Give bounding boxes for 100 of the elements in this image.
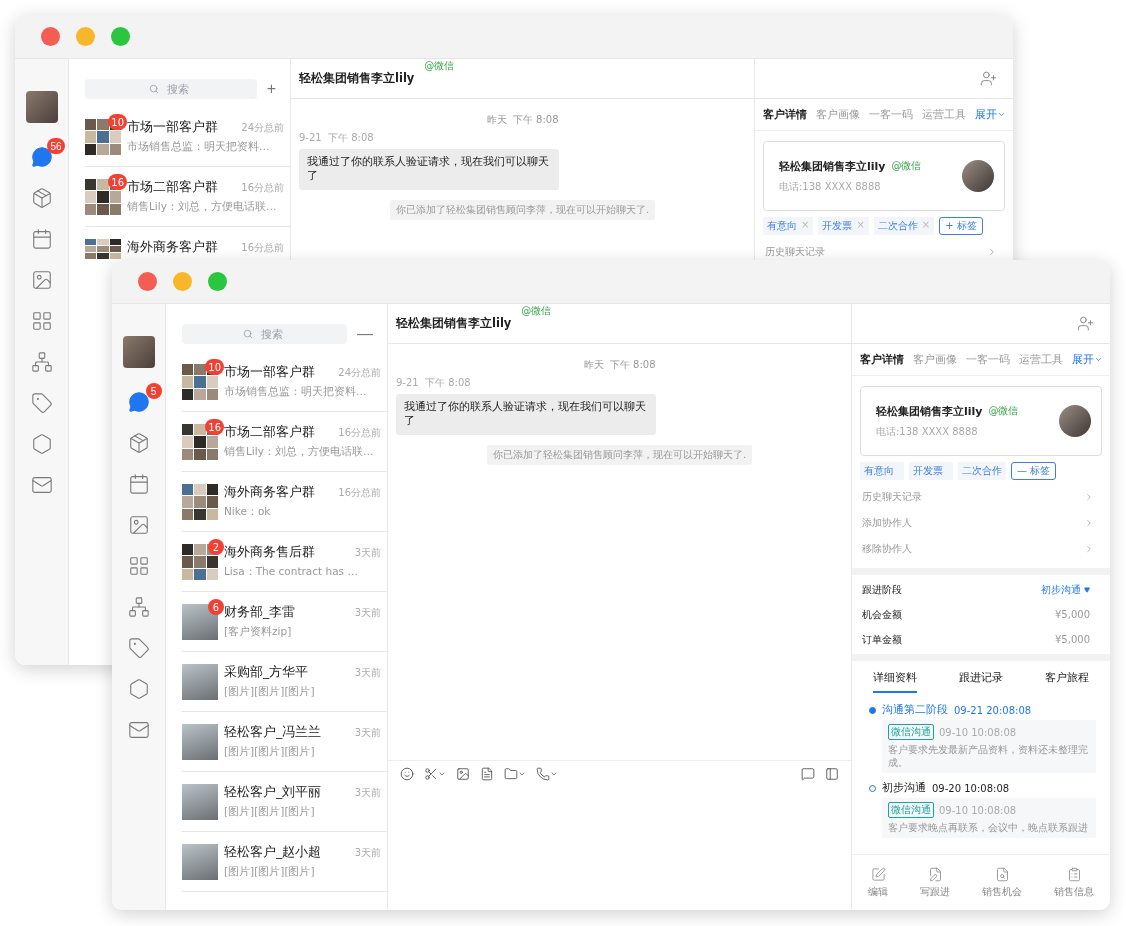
menu-row[interactable]: 历史聊天记录 [755, 243, 1013, 261]
grid-icon[interactable] [127, 555, 150, 577]
panel-tab[interactable]: 运营工具 [1019, 352, 1063, 367]
tag-icon[interactable] [30, 392, 53, 414]
panel-tab[interactable]: 客户详情 [860, 352, 904, 367]
message-preview: [图片][图片][图片] [224, 745, 316, 759]
hexagon-icon[interactable] [30, 433, 53, 455]
customer-tag[interactable]: 开发票 [909, 462, 953, 480]
conversation-item[interactable]: 轻松客户_赵小超 3天前 [图片][图片][图片] [182, 832, 387, 892]
hierarchy-icon[interactable] [127, 596, 150, 618]
menu-row[interactable]: 历史聊天记录 [852, 488, 1110, 506]
action-button[interactable]: 销售机会 [982, 866, 1022, 899]
menu-row[interactable]: 添加协作人 [852, 514, 1110, 532]
conversation-item[interactable]: 轻松客户_刘平丽 3天前 [图片][图片][图片] [182, 772, 387, 832]
box-icon[interactable] [127, 432, 150, 454]
add-tag-button[interactable]: — 标签 [1011, 462, 1057, 480]
sidebar-icon[interactable] [825, 767, 839, 781]
hierarchy-icon[interactable] [30, 351, 53, 373]
message-preview: [图片][图片][图片] [224, 865, 316, 879]
customer-tag[interactable]: 二次合作 × [873, 217, 935, 235]
panel-tab[interactable]: 运营工具 [922, 107, 966, 122]
action-button[interactable]: 销售信息 [1054, 866, 1094, 899]
panel-tab[interactable]: 客户详情 [763, 107, 807, 122]
close-button[interactable] [41, 27, 60, 46]
customer-tag[interactable]: 二次合作 [958, 462, 1006, 480]
mail-icon[interactable] [30, 474, 53, 496]
conversation-item[interactable]: 海外商务客户群 16分总前 Nike：ok [182, 472, 387, 532]
date-divider: 昨天 下午 8:08 [583, 358, 656, 372]
search-field[interactable]: 搜索 [182, 324, 347, 344]
search-field[interactable]: 搜索 [85, 79, 257, 99]
conversation-item[interactable]: 2 海外商务售后群 3天前 Lisa：The contract has … [182, 532, 387, 592]
conversation-item[interactable]: 10 市场一部客户群 24分总前 市场销售总监：明天把资料… [85, 107, 290, 167]
maximize-button[interactable] [208, 272, 227, 291]
unread-count: 10 [108, 114, 127, 130]
profile-photo-placeholder[interactable] [25, 91, 58, 123]
message-preview: 销售Lily：刘总，方便电话联… [127, 200, 278, 214]
unread-count: 16 [205, 419, 224, 435]
panel-tab[interactable]: 一客一码 [869, 107, 913, 122]
close-button[interactable] [138, 272, 157, 291]
mail-icon[interactable] [127, 719, 150, 741]
field-label: 订单金额 [862, 632, 902, 647]
message-preview: 销售Lily：刘总，方便电话联… [224, 445, 375, 459]
add-tag-button[interactable]: + 标签 [939, 217, 983, 235]
add-button[interactable]: — [357, 325, 373, 343]
system-notice: 你已添加了轻松集团销售顾问李萍，现在可以开始聊天了. [389, 199, 656, 220]
unread-count: 56 [47, 138, 65, 154]
maximize-button[interactable] [111, 27, 130, 46]
customer-tag[interactable]: 有意向 [860, 462, 904, 480]
stage-dropdown[interactable]: 初步沟通 [1041, 582, 1090, 597]
write-icon [927, 866, 943, 882]
image-icon[interactable] [30, 269, 53, 291]
add-contact-icon[interactable] [980, 70, 997, 87]
chevron-icon [1084, 492, 1094, 502]
folder-icon[interactable] [504, 767, 526, 781]
hexagon-icon[interactable] [127, 678, 150, 700]
add-contact-icon[interactable] [1077, 315, 1094, 332]
conversation-item[interactable]: 16 市场二部客户群 16分总前 销售Lily：刘总，方便电话联… [85, 167, 290, 227]
expand-link[interactable]: 展开 [975, 107, 1006, 122]
detail-tab[interactable]: 详细资料 [873, 671, 917, 693]
message-icon[interactable] [801, 767, 815, 781]
chevron-icon [987, 247, 997, 257]
add-button[interactable]: + [266, 80, 276, 98]
customer-tag[interactable]: 开发票 × [818, 217, 869, 235]
emoji-icon[interactable] [400, 767, 414, 781]
phone-icon[interactable] [536, 767, 558, 781]
conversation-item[interactable]: 16 市场二部客户群 16分总前 销售Lily：刘总，方便电话联… [182, 412, 387, 472]
conversation-item[interactable]: 轻松客户_冯兰兰 3天前 [图片][图片][图片] [182, 712, 387, 772]
grid-icon[interactable] [30, 310, 53, 332]
panel-tab[interactable]: 客户画像 [816, 107, 860, 122]
conversation-item[interactable]: 6 财务部_李雷 3天前 [客户资料zip] [182, 592, 387, 652]
message-preview: [图片][图片][图片] [224, 805, 316, 819]
stage-title: 沟通第二阶段 [882, 703, 948, 717]
profile-photo-placeholder[interactable] [122, 336, 155, 368]
conversation-item[interactable]: 10 市场一部客户群 24分总前 市场销售总监：明天把资料… [182, 352, 387, 412]
field-label: 跟进阶段 [862, 582, 902, 597]
panel-tab[interactable]: 客户画像 [913, 352, 957, 367]
conversation-item[interactable]: 采购部_方华平 3天前 [图片][图片][图片] [182, 652, 387, 712]
detail-tab[interactable]: 跟进记录 [959, 671, 1003, 693]
calendar-icon[interactable] [30, 228, 53, 250]
menu-row[interactable]: 移除协作人 [852, 540, 1110, 558]
conversation-title: 海外商务售后群 [224, 544, 315, 561]
calendar-icon[interactable] [127, 473, 150, 495]
image-icon[interactable] [127, 514, 150, 536]
panel-tab[interactable]: 一客一码 [966, 352, 1010, 367]
note-time: 09-10 10:08:08 [939, 804, 1017, 816]
channel-tag: 微信沟通 [888, 802, 934, 818]
detail-tab[interactable]: 客户旅程 [1045, 671, 1089, 693]
caret-icon [1084, 586, 1090, 593]
expand-link[interactable]: 展开 [1072, 352, 1103, 367]
conversation-item[interactable]: 海外商务客户群 16分总前 [85, 227, 290, 261]
box-icon[interactable] [30, 187, 53, 209]
customer-tag[interactable]: 有意向 × [763, 217, 814, 235]
note-text: 客户要求晚点再联系，会议中，晚点联系跟进 [888, 821, 1089, 834]
image-icon[interactable] [456, 767, 470, 781]
scissors-icon[interactable] [424, 767, 446, 781]
document-icon[interactable] [480, 767, 494, 781]
action-button[interactable]: 写跟进 [920, 866, 950, 899]
unread-count: 5 [145, 383, 162, 399]
tag-icon[interactable] [127, 637, 150, 659]
action-button[interactable]: 编辑 [868, 866, 888, 899]
